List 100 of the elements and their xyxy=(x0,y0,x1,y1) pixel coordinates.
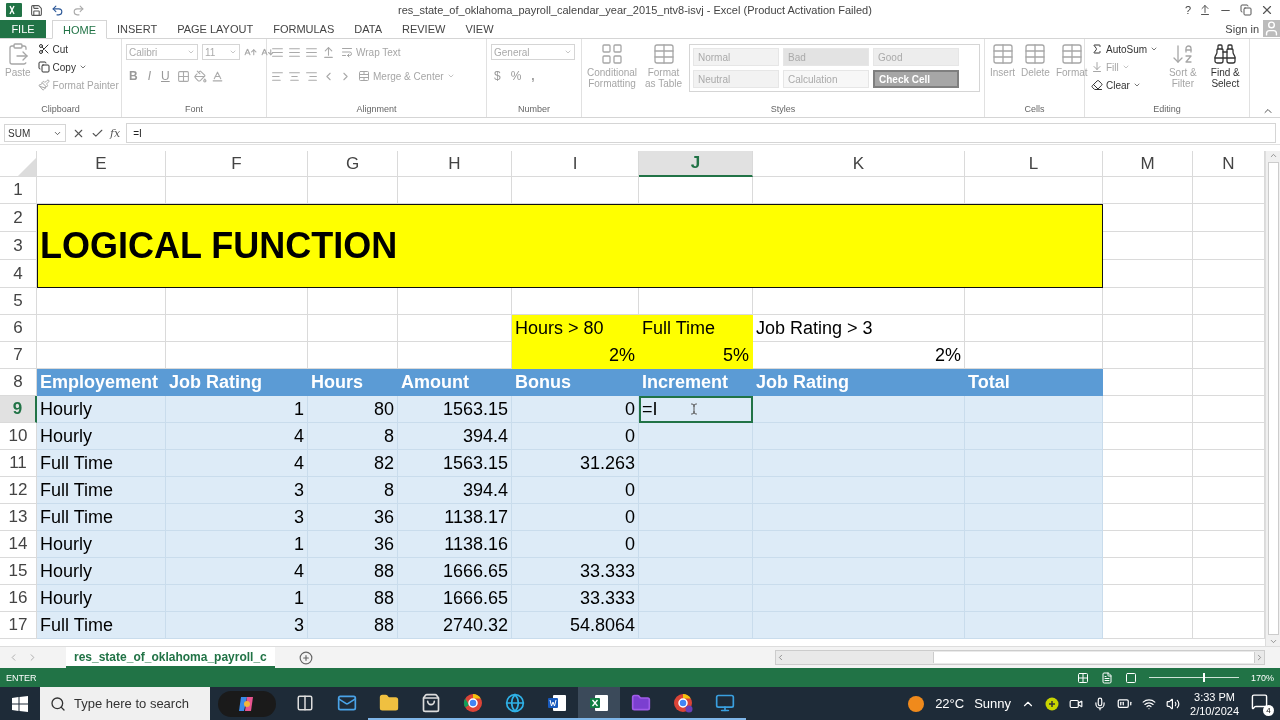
table-cell xyxy=(1193,504,1265,531)
table-cell xyxy=(1193,450,1265,477)
row-header[interactable]: 3 xyxy=(0,232,37,260)
row-header[interactable]: 2 xyxy=(0,204,37,232)
active-cell[interactable]: =I xyxy=(639,396,753,423)
row-header[interactable]: 11 xyxy=(0,450,37,477)
column-header[interactable]: J xyxy=(639,151,753,177)
column-header[interactable]: M xyxy=(1103,151,1193,177)
table-cell: 0 xyxy=(512,396,639,423)
table-cell: 1138.17 xyxy=(398,504,512,531)
page-break-icon[interactable] xyxy=(1124,671,1137,684)
column-header[interactable]: I xyxy=(512,151,639,177)
caret-icon xyxy=(187,48,195,56)
clock[interactable]: 3:33 PM 2/10/2024 xyxy=(1190,689,1239,718)
table-cell xyxy=(1193,585,1265,612)
help-button[interactable]: ? xyxy=(1184,4,1191,16)
table-cell: 1563.15 xyxy=(398,450,512,477)
notifications-icon[interactable] xyxy=(1251,693,1268,710)
autosum-button[interactable]: AutoSum xyxy=(1089,41,1161,57)
group-label: Alignment xyxy=(355,104,398,116)
table-cell: Hourly xyxy=(37,396,166,423)
row-header[interactable]: 1 xyxy=(0,177,37,204)
table-cell: 1666.65 xyxy=(398,585,512,612)
table-cell: 33.333 xyxy=(512,558,639,585)
scissors-icon xyxy=(37,43,50,55)
save-icon[interactable] xyxy=(30,3,43,17)
formula-field[interactable]: =I xyxy=(126,123,1276,143)
arrow-down-icon xyxy=(1091,61,1103,73)
table-cell: 31.263 xyxy=(512,450,639,477)
ribbon-tab[interactable]: FILE xyxy=(0,20,46,38)
font-color-icon[interactable] xyxy=(210,69,224,83)
caret-icon xyxy=(229,48,237,56)
table-cell xyxy=(1193,423,1265,450)
table-cell xyxy=(1193,477,1265,504)
add-sheet-icon[interactable] xyxy=(298,650,313,665)
row-header[interactable]: 13 xyxy=(0,504,37,531)
horizontal-scrollbar[interactable] xyxy=(775,650,1265,665)
caret-icon xyxy=(1132,81,1141,89)
copilot-button[interactable] xyxy=(218,690,276,717)
wifi-icon[interactable] xyxy=(1142,696,1157,711)
table-cell: 3 xyxy=(166,612,308,639)
column-header[interactable]: H xyxy=(398,151,512,177)
cut-button[interactable]: Cut xyxy=(35,41,121,57)
table-cell xyxy=(1193,204,1265,232)
table-cell: 1 xyxy=(166,531,308,558)
clear-button[interactable]: Clear xyxy=(1089,77,1161,93)
microphone-icon[interactable] xyxy=(1093,696,1108,711)
row-header[interactable]: 9 xyxy=(0,396,37,423)
column-header[interactable]: N xyxy=(1193,151,1265,177)
undo-icon[interactable] xyxy=(51,3,64,17)
row-header[interactable]: 8 xyxy=(0,369,37,396)
globe-icon xyxy=(505,692,525,713)
ribbon-tab[interactable]: HOME xyxy=(52,20,107,39)
table-cell xyxy=(1193,232,1265,260)
row-header[interactable]: 17 xyxy=(0,612,37,639)
battery-icon[interactable] xyxy=(1117,696,1133,711)
search-field[interactable]: Type here to search xyxy=(40,687,210,720)
normal-view-icon[interactable] xyxy=(1076,671,1089,684)
zoom-thumb[interactable] xyxy=(1202,673,1205,682)
column-header[interactable]: G xyxy=(308,151,398,177)
column-header[interactable]: L xyxy=(965,151,1103,177)
copy-button[interactable]: Copy xyxy=(35,59,121,75)
volume-icon[interactable] xyxy=(1166,696,1181,711)
row-header[interactable]: 5 xyxy=(0,288,37,315)
row-header[interactable]: 15 xyxy=(0,558,37,585)
caret-icon xyxy=(78,63,87,71)
close-icon[interactable] xyxy=(1260,3,1274,17)
row-header[interactable]: 4 xyxy=(0,260,37,288)
column-header[interactable]: F xyxy=(166,151,308,177)
table-cell: 0 xyxy=(512,504,639,531)
page-layout-icon[interactable] xyxy=(1100,671,1113,684)
table-icon xyxy=(651,42,676,66)
scrollbar-thumb[interactable] xyxy=(1267,162,1279,635)
row-header[interactable]: 12 xyxy=(0,477,37,504)
restore-icon[interactable] xyxy=(1240,4,1252,16)
taskbar-button[interactable] xyxy=(578,687,620,720)
browser-icon xyxy=(463,692,483,713)
insert-function-button[interactable]: fx xyxy=(110,126,121,140)
vertical-scrollbar[interactable] xyxy=(1265,151,1280,646)
folder-icon xyxy=(631,692,651,713)
fill-color-icon[interactable] xyxy=(193,69,207,83)
row-header[interactable]: 16 xyxy=(0,585,37,612)
tray-app-icon[interactable] xyxy=(1045,696,1060,711)
name-box[interactable]: SUM xyxy=(4,124,66,142)
column-header[interactable]: K xyxy=(753,151,965,177)
sign-in-link[interactable]: Sign in xyxy=(1225,20,1259,38)
row-header[interactable]: 7 xyxy=(0,342,37,369)
row-header[interactable]: 14 xyxy=(0,531,37,558)
sheet-tab[interactable]: res_state_of_oklahoma_payroll_c xyxy=(66,647,275,668)
word-icon xyxy=(547,693,567,712)
column-heading: Bonus xyxy=(512,369,639,396)
row-header[interactable]: 10 xyxy=(0,423,37,450)
table-cell: Hours > 80 xyxy=(512,315,639,342)
table-cell: 33.333 xyxy=(512,585,639,612)
column-header[interactable]: E xyxy=(37,151,166,177)
scrollbar-thumb[interactable] xyxy=(933,652,1255,663)
find-select-button[interactable]: Find & Select xyxy=(1205,41,1245,90)
table-cell: 8 xyxy=(308,477,398,504)
sun-icon xyxy=(907,694,926,713)
row-header[interactable]: 6 xyxy=(0,315,37,342)
